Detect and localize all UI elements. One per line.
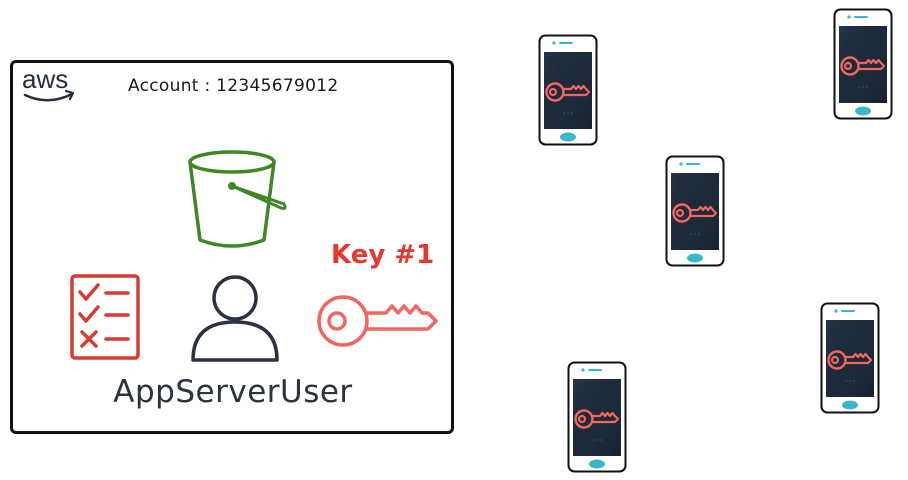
user-icon xyxy=(191,275,279,362)
mobile-phone-icon xyxy=(833,8,893,120)
aws-logo: aws xyxy=(22,64,75,102)
s3-bucket-icon xyxy=(188,150,287,248)
mobile-phone-icon xyxy=(567,361,627,473)
mobile-phone-icon xyxy=(665,155,725,267)
mobile-phone-icon xyxy=(820,302,880,414)
policy-checklist-icon xyxy=(70,274,140,360)
user-name-label: AppServerUser xyxy=(113,374,353,410)
account-id-label: Account : 12345679012 xyxy=(128,76,339,96)
aws-logo-text: aws xyxy=(22,64,68,94)
key-label: Key #1 xyxy=(331,240,435,270)
key-icon xyxy=(317,295,438,347)
mobile-phone-icon xyxy=(538,34,598,146)
